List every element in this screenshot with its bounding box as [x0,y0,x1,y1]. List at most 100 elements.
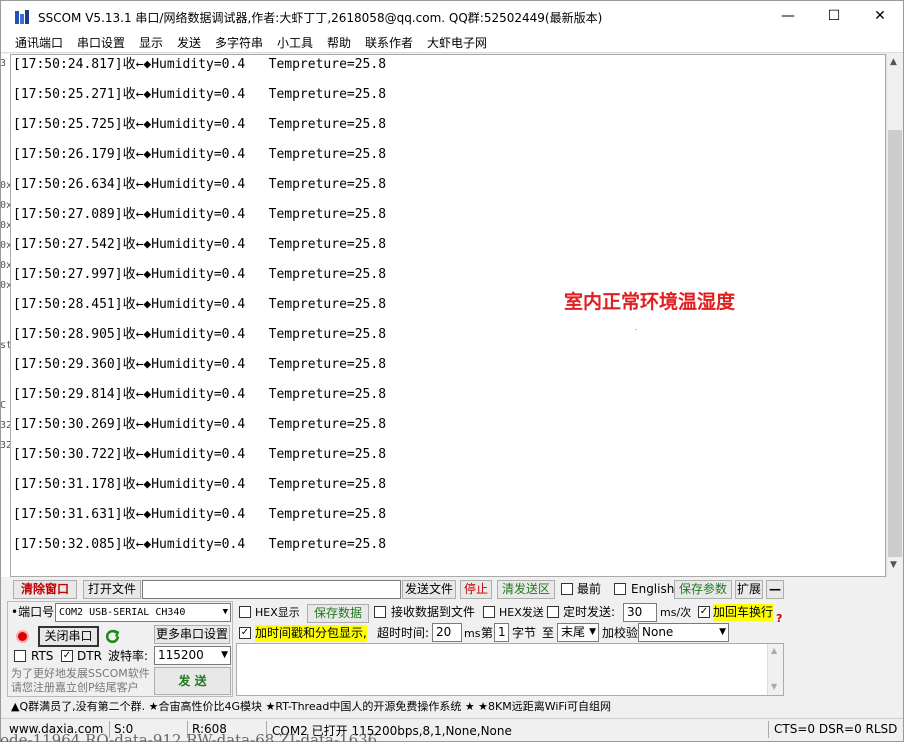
close-button[interactable]: ✕ [857,1,903,31]
scroll-down-icon[interactable]: ▼ [771,682,777,691]
scroll-down-icon[interactable]: ▼ [890,560,897,570]
english-checkbox[interactable] [614,583,626,595]
log-line: [17:50:24.817]收←◆Humidity=0.4 Tempreture… [13,57,387,72]
background-window-fragment: st [1,340,10,351]
expand-button[interactable]: 扩展 [735,580,763,599]
window-title: SSCOM V5.13.1 串口/网络数据调试器,作者:大虾丁丁,2618058… [38,11,603,25]
port-select-value: COM2 USB-SERIAL CH340 [59,607,186,618]
end-select[interactable]: 末尾 ▼ [557,623,599,642]
scroll-thumb[interactable] [888,130,902,557]
chevron-down-icon: ▼ [719,627,726,637]
hex-display-label: HEX显示 [255,606,300,619]
timeout-unit-label: ms [464,627,481,640]
chevron-down-icon: ▼ [222,607,228,617]
more-settings-button[interactable]: 更多串口设置 [154,625,230,644]
chevron-down-icon: ▼ [221,650,228,660]
port-label-text: 端口号 [18,605,55,619]
collapse-button[interactable]: — [766,580,784,599]
port-status-indicator-icon [16,630,29,643]
save-data-button[interactable]: 保存数据 [307,604,369,623]
clear-send-button[interactable]: 清发送区 [497,580,555,599]
send-text-area[interactable] [236,643,784,696]
byte-prefix-label: 第 [481,626,494,640]
log-line: [17:50:31.631]收←◆Humidity=0.4 Tempreture… [13,507,387,522]
send-file-button[interactable]: 发送文件 [402,580,456,599]
save-data-label: 保存数据 [313,606,362,620]
chevron-down-icon: ▼ [589,627,596,637]
timed-interval-input[interactable]: 30 [623,603,657,622]
background-window-fragment: 0x [1,180,10,191]
timeout-label: 超时时间: [377,626,430,640]
timed-send-checkbox[interactable] [547,606,559,618]
receive-area[interactable]: [17:50:24.817]收←◆Humidity=0.4 Tempreture… [10,54,886,577]
add-newline-label: 加回车换行 [713,604,774,621]
send-button[interactable]: 发 送 [154,667,231,695]
timeout-input[interactable]: 20 [432,623,462,642]
log-line: [17:50:26.634]收←◆Humidity=0.4 Tempreture… [13,177,387,192]
add-newline-checkbox[interactable]: ✓ [698,606,710,618]
close-port-button[interactable]: 关闭串口 [38,626,99,647]
background-window-fragment: 0x [1,260,10,271]
menu-serial-settings[interactable]: 串口设置 [77,34,125,51]
checksum-label: 加校验 [602,626,639,640]
rts-checkbox[interactable] [14,650,26,662]
rts-label: RTS [31,649,54,663]
help-mark-icon[interactable]: ? [776,610,782,627]
baud-select[interactable]: 115200 ▼ [154,646,231,665]
vertical-scrollbar[interactable]: ▲ ▼ [886,54,903,577]
hex-display-checkbox[interactable] [239,606,251,618]
dtr-checkbox[interactable]: ✓ [61,650,73,662]
open-file-button[interactable]: 打开文件 [83,580,141,599]
background-window-fragment: 3 [1,58,7,69]
byte-label: 字节 [512,626,537,640]
scroll-up-icon[interactable]: ▲ [771,646,777,655]
send-area-scrollbar[interactable]: ▲ ▼ [767,644,783,695]
stop-button[interactable]: 停止 [460,580,492,599]
menu-daxia-site[interactable]: 大虾电子网 [427,34,487,51]
background-window-fragment: 0x [1,240,10,251]
title-bar[interactable]: SSCOM V5.13.1 串口/网络数据调试器,作者:大虾丁丁,2618058… [1,1,903,31]
clear-window-button[interactable]: 清除窗口 [13,580,77,599]
app-logo-icon [15,10,29,24]
checksum-select[interactable]: None ▼ [638,623,729,642]
cursor-dot: . [634,325,638,332]
timed-unit-label: ms/次 [660,606,692,619]
save-params-button[interactable]: 保存参数 [674,580,732,599]
baud-select-value: 115200 [158,648,204,662]
menu-comm-port[interactable]: 通讯端口 [15,34,63,51]
recv-to-file-checkbox[interactable] [374,606,386,618]
menu-multi-string[interactable]: 多字符串 [215,34,263,51]
hex-send-checkbox[interactable] [483,606,495,618]
menu-send[interactable]: 发送 [177,34,201,51]
log-line: [17:50:25.271]收←◆Humidity=0.4 Tempreture… [13,87,387,102]
menu-tools[interactable]: 小工具 [277,34,313,51]
port-label: •端口号 [11,605,55,619]
minimize-button[interactable]: — [765,1,811,31]
background-window-fragment: 0x [1,220,10,231]
log-line: [17:50:26.179]收←◆Humidity=0.4 Tempreture… [13,147,387,162]
log-line: [17:50:27.542]收←◆Humidity=0.4 Tempreture… [13,237,387,252]
timestamp-checkbox[interactable]: ✓ [239,627,251,639]
maximize-button[interactable]: ☐ [811,1,857,31]
english-label: English [631,582,675,596]
file-path-input[interactable] [142,580,401,599]
timed-send-label: 定时发送: [563,605,616,619]
byte-index-input[interactable]: 1 [494,623,509,642]
ticker-text: ▲Q群满员了,没有第二个群. ★合宙高性价比4G模块 ★RT-Thread中国人… [11,700,612,713]
promo-line-2: 请您注册嘉立创P结尾客户 [11,681,139,694]
background-window-fragment: 32 [1,420,10,431]
annotation-text: 室内正常环境温湿度 [564,291,736,313]
promo-line-1: 为了更好地发展SSCOM软件 [11,667,150,680]
menu-help[interactable]: 帮助 [327,34,351,51]
scroll-up-icon[interactable]: ▲ [890,57,897,67]
log-line: [17:50:32.085]收←◆Humidity=0.4 Tempreture… [13,537,387,552]
menu-contact-author[interactable]: 联系作者 [365,34,413,51]
topmost-label: 最前 [577,582,602,596]
port-select[interactable]: COM2 USB-SERIAL CH340 ▼ [55,603,231,622]
refresh-icon[interactable] [104,628,121,645]
log-line: [17:50:31.178]收←◆Humidity=0.4 Tempreture… [13,477,387,492]
to-label: 至 [542,626,555,640]
menu-display[interactable]: 显示 [139,34,163,51]
topmost-checkbox[interactable] [561,583,573,595]
save-params-label: 保存参数 [678,582,727,596]
